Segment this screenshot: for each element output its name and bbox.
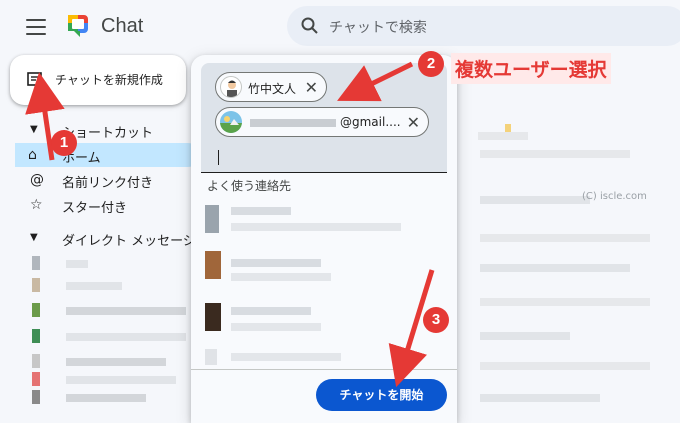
contact-avatar[interactable] bbox=[205, 205, 219, 233]
new-chat-button[interactable]: チャットを新規作成 bbox=[10, 55, 186, 105]
blurred-text bbox=[480, 394, 600, 402]
annotation-badge-1: 1 bbox=[51, 130, 77, 156]
landscape-avatar-icon bbox=[220, 116, 242, 133]
blurred-text bbox=[66, 358, 166, 366]
blurred-text bbox=[66, 333, 186, 341]
watermark: (C) iscle.com bbox=[582, 191, 647, 202]
chat-logo-icon bbox=[68, 15, 88, 37]
shortcuts-section-header[interactable]: ▼ ショートカット bbox=[0, 118, 200, 142]
annotation-badge-3: 3 bbox=[423, 307, 449, 333]
avatar bbox=[220, 111, 242, 133]
list-item[interactable] bbox=[32, 278, 40, 292]
at-icon: @ bbox=[30, 172, 44, 188]
blurred-text bbox=[231, 273, 331, 281]
remove-recipient-icon[interactable]: ✕ bbox=[305, 78, 318, 97]
new-chat-dialog: 竹中文人 ✕ @gmail.... ✕ よく使う連絡先 チャットを開始 bbox=[191, 55, 457, 423]
blurred-text bbox=[480, 298, 650, 306]
recipient-email: @gmail.... bbox=[340, 115, 401, 129]
star-icon: ☆ bbox=[30, 197, 43, 213]
input-underline bbox=[201, 172, 447, 173]
search-icon bbox=[301, 17, 318, 34]
recipient-chip: 竹中文人 ✕ bbox=[215, 72, 327, 102]
blurred-text bbox=[231, 207, 291, 215]
avatar bbox=[220, 76, 242, 98]
blurred-text bbox=[480, 150, 630, 158]
blurred-text bbox=[66, 376, 176, 384]
recipient-name: 竹中文人 bbox=[248, 82, 297, 96]
search-placeholder: チャットで検索 bbox=[329, 20, 427, 36]
annotation-label-2: 複数ユーザー選択 bbox=[451, 53, 611, 84]
dialog-divider bbox=[191, 369, 457, 370]
list-item[interactable] bbox=[32, 390, 40, 404]
caret-down-icon: ▼ bbox=[30, 232, 38, 243]
sidebar-item-home[interactable]: ⌂ ホーム bbox=[15, 143, 200, 167]
blurred-text bbox=[480, 264, 630, 272]
home-icon: ⌂ bbox=[28, 147, 37, 163]
contact-avatar[interactable] bbox=[205, 251, 221, 279]
contact-avatar[interactable] bbox=[205, 349, 217, 365]
start-chat-button[interactable]: チャットを開始 bbox=[316, 379, 447, 411]
annotation-badge-2: 2 bbox=[418, 51, 444, 77]
sidebar-item-label: 名前リンク付き bbox=[62, 176, 154, 191]
blurred-text bbox=[480, 362, 650, 370]
blurred-text bbox=[231, 259, 321, 267]
app-title: Chat bbox=[101, 15, 144, 37]
menu-line bbox=[26, 19, 46, 21]
blurred-text bbox=[231, 307, 311, 315]
new-chat-icon bbox=[27, 72, 45, 89]
list-item[interactable] bbox=[32, 372, 40, 386]
blurred-text bbox=[480, 234, 650, 242]
frequent-contacts-title: よく使う連絡先 bbox=[207, 179, 292, 193]
list-item[interactable] bbox=[32, 329, 40, 343]
blurred-text bbox=[66, 282, 122, 290]
sidebar-item-label: スター付き bbox=[62, 201, 128, 216]
dm-section-header[interactable]: ▼ ダイレクト メッセージ bbox=[0, 226, 200, 250]
blurred-text bbox=[480, 332, 570, 340]
blurred-text bbox=[66, 260, 88, 268]
blurred-text bbox=[231, 353, 341, 361]
menu-line bbox=[26, 33, 46, 35]
dm-label: ダイレクト メッセージ bbox=[62, 234, 196, 249]
menu-line bbox=[26, 26, 46, 28]
contact-avatar[interactable] bbox=[205, 303, 221, 331]
blurred-text bbox=[480, 196, 590, 204]
remove-recipient-icon[interactable]: ✕ bbox=[407, 113, 420, 132]
search-bar[interactable]: チャットで検索 bbox=[287, 6, 680, 46]
sidebar-item-mentions[interactable]: @ 名前リンク付き bbox=[0, 168, 200, 192]
blurred-text bbox=[66, 394, 146, 402]
sidebar-item-starred[interactable]: ☆ スター付き bbox=[0, 193, 200, 217]
blurred-text bbox=[66, 307, 186, 315]
recipient-chip: @gmail.... ✕ bbox=[215, 107, 429, 137]
person-avatar-icon bbox=[227, 80, 237, 97]
text-cursor bbox=[218, 150, 219, 165]
caret-down-icon: ▼ bbox=[30, 124, 38, 135]
list-item[interactable] bbox=[32, 303, 40, 317]
main-menu-button[interactable] bbox=[26, 19, 46, 35]
blurred-text bbox=[478, 132, 528, 140]
blurred-text bbox=[231, 223, 401, 231]
blurred-emoji bbox=[505, 124, 511, 132]
blurred-text bbox=[231, 323, 321, 331]
new-chat-label: チャットを新規作成 bbox=[55, 73, 163, 87]
list-item[interactable] bbox=[32, 354, 40, 368]
list-item[interactable] bbox=[32, 256, 40, 270]
blurred-email bbox=[250, 119, 336, 127]
recipient-input-area[interactable]: 竹中文人 ✕ @gmail.... ✕ bbox=[201, 63, 447, 173]
